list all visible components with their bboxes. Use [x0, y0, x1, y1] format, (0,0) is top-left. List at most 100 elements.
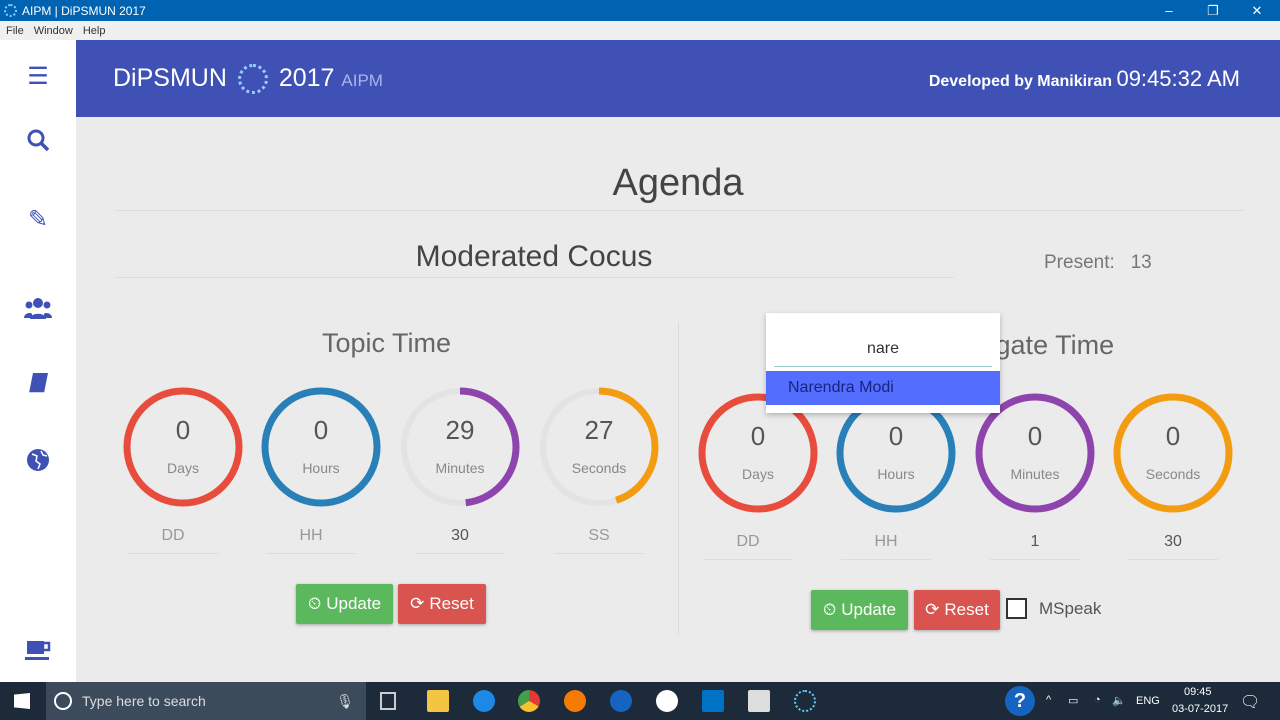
- ring-value: 0: [1027, 421, 1043, 451]
- mode-title: Moderated Cocus: [415, 240, 653, 273]
- ring-value: 0: [1165, 421, 1181, 451]
- mspeak-checkbox[interactable]: [1006, 598, 1027, 619]
- update-label: Update: [326, 594, 382, 613]
- autocomplete-option[interactable]: Narendra Modi: [766, 371, 1000, 405]
- refresh-icon: ⟳: [410, 594, 425, 613]
- ring-arc: [261, 387, 381, 507]
- clock: 09:45:32 AM: [1116, 66, 1240, 91]
- app-header: DiPSMUN 2017 AIPM Developed by Manikiran…: [76, 40, 1280, 117]
- time-field-minutes[interactable]: 1: [990, 533, 1080, 560]
- time-field-hours[interactable]: HH: [266, 527, 356, 554]
- delegate-search-input[interactable]: [774, 331, 992, 367]
- developer-credit: Developed by Manikiran 09:45:32 AM: [929, 66, 1240, 92]
- reset-label: Reset: [944, 600, 989, 619]
- tray-time[interactable]: 09:45: [1184, 686, 1212, 698]
- divider: [114, 277, 954, 278]
- countdown-ring-seconds: 0 Seconds: [1111, 391, 1235, 515]
- ring-value: 0: [313, 415, 329, 445]
- windows-start-icon[interactable]: [14, 693, 30, 709]
- topic-update-button[interactable]: ⏲ Update: [296, 584, 393, 624]
- taskbar-search[interactable]: Type here to search 🎙: [46, 682, 366, 720]
- book-icon[interactable]: [22, 368, 54, 400]
- menu-window[interactable]: Window: [34, 25, 73, 37]
- minimize-button[interactable]: –: [1146, 0, 1192, 21]
- brand-org: AIPM: [341, 71, 383, 90]
- countdown-ring-minutes: 29 Minutes: [398, 385, 522, 509]
- window-title: AIPM | DiPSMUN 2017: [22, 3, 146, 18]
- media-app-icon[interactable]: [610, 690, 632, 712]
- chevron-up-icon[interactable]: ^: [1046, 694, 1051, 706]
- time-field-hours[interactable]: HH: [841, 533, 931, 560]
- outlook-icon[interactable]: [702, 690, 724, 712]
- ring-value: 0: [175, 415, 191, 445]
- brand-year: 2017: [278, 64, 335, 92]
- ring-arc: [1113, 393, 1233, 513]
- language-indicator[interactable]: ENG: [1136, 695, 1160, 707]
- coffee-icon[interactable]: [22, 634, 54, 666]
- window-titlebar: AIPM | DiPSMUN 2017 – ❐ ✕: [0, 0, 1280, 21]
- ring-value: 27: [584, 415, 614, 445]
- topic-time-title: Topic Time: [322, 328, 452, 358]
- users-icon[interactable]: [22, 292, 54, 324]
- refresh-icon: ⟳: [925, 600, 940, 619]
- brand-logo: DiPSMUN 2017 AIPM: [113, 64, 383, 95]
- sidebar: ☰ ✎: [0, 40, 76, 682]
- wifi-icon[interactable]: ◔: [1094, 694, 1101, 706]
- page-title: Agenda: [612, 162, 744, 204]
- clock-icon: ⏲: [822, 600, 837, 619]
- ring-label: Hours: [302, 460, 340, 476]
- close-button[interactable]: ✕: [1234, 0, 1280, 21]
- task-view-icon[interactable]: [380, 692, 396, 710]
- edge-icon[interactable]: [473, 690, 495, 712]
- battery-icon[interactable]: ▭: [1068, 694, 1078, 707]
- help-icon[interactable]: ?: [1005, 686, 1035, 716]
- search-icon[interactable]: [22, 124, 54, 156]
- update-label: Update: [841, 600, 897, 619]
- globe-icon[interactable]: [22, 444, 54, 476]
- present-label: Present:: [1044, 252, 1115, 273]
- menu-icon[interactable]: ☰: [22, 61, 54, 93]
- ring-label: Minutes: [435, 460, 485, 476]
- delegate-update-button[interactable]: ⏲ Update: [811, 590, 908, 630]
- divider: [114, 210, 1244, 211]
- logo-icon: [237, 64, 268, 95]
- ring-label: Days: [742, 466, 774, 482]
- ring-label: Seconds: [1145, 466, 1201, 482]
- divider: [678, 322, 679, 634]
- ring-label: Minutes: [1010, 466, 1060, 482]
- ring-arc: [400, 387, 520, 507]
- clock-icon: ⏲: [307, 594, 322, 613]
- time-field-minutes[interactable]: 30: [415, 527, 505, 554]
- cortana-icon: [54, 692, 72, 710]
- maximize-button[interactable]: ❐: [1190, 0, 1236, 21]
- countdown-ring-seconds: 27 Seconds: [537, 385, 661, 509]
- time-field-seconds[interactable]: 30: [1128, 533, 1218, 560]
- pencil-icon[interactable]: ✎: [22, 204, 54, 236]
- presentation-app-icon[interactable]: [748, 690, 770, 712]
- topic-reset-button[interactable]: ⟳ Reset: [398, 584, 486, 624]
- delegate-reset-button[interactable]: ⟳ Reset: [914, 590, 1000, 630]
- ring-label: Seconds: [571, 460, 627, 476]
- taskbar: Type here to search 🎙 ? ^ ▭ ◔ 🔈 ENG 09:45…: [0, 682, 1280, 720]
- delegate-autocomplete: Narendra Modi: [766, 313, 1000, 413]
- file-explorer-icon[interactable]: [427, 690, 449, 712]
- tray-date[interactable]: 03-07-2017: [1172, 703, 1228, 715]
- time-field-seconds[interactable]: SS: [554, 527, 644, 554]
- firefox-icon[interactable]: [564, 690, 586, 712]
- brand-name: DiPSMUN: [113, 64, 227, 92]
- search-placeholder: Type here to search: [82, 693, 206, 709]
- ring-label: Days: [167, 460, 199, 476]
- menu-file[interactable]: File: [6, 25, 24, 37]
- present-value: 13: [1130, 252, 1152, 273]
- dipsmun-app-icon[interactable]: [794, 690, 816, 712]
- reset-label: Reset: [429, 594, 474, 613]
- volume-icon[interactable]: 🔈: [1112, 694, 1126, 707]
- ring-arc: [539, 387, 659, 507]
- time-field-days[interactable]: DD: [703, 533, 793, 560]
- menu-help[interactable]: Help: [83, 25, 106, 37]
- hp-icon[interactable]: [656, 690, 678, 712]
- notifications-icon[interactable]: 🗨: [1240, 692, 1260, 712]
- chrome-icon[interactable]: [518, 690, 540, 712]
- time-field-days[interactable]: DD: [128, 527, 218, 554]
- microphone-icon[interactable]: 🎙: [336, 693, 354, 710]
